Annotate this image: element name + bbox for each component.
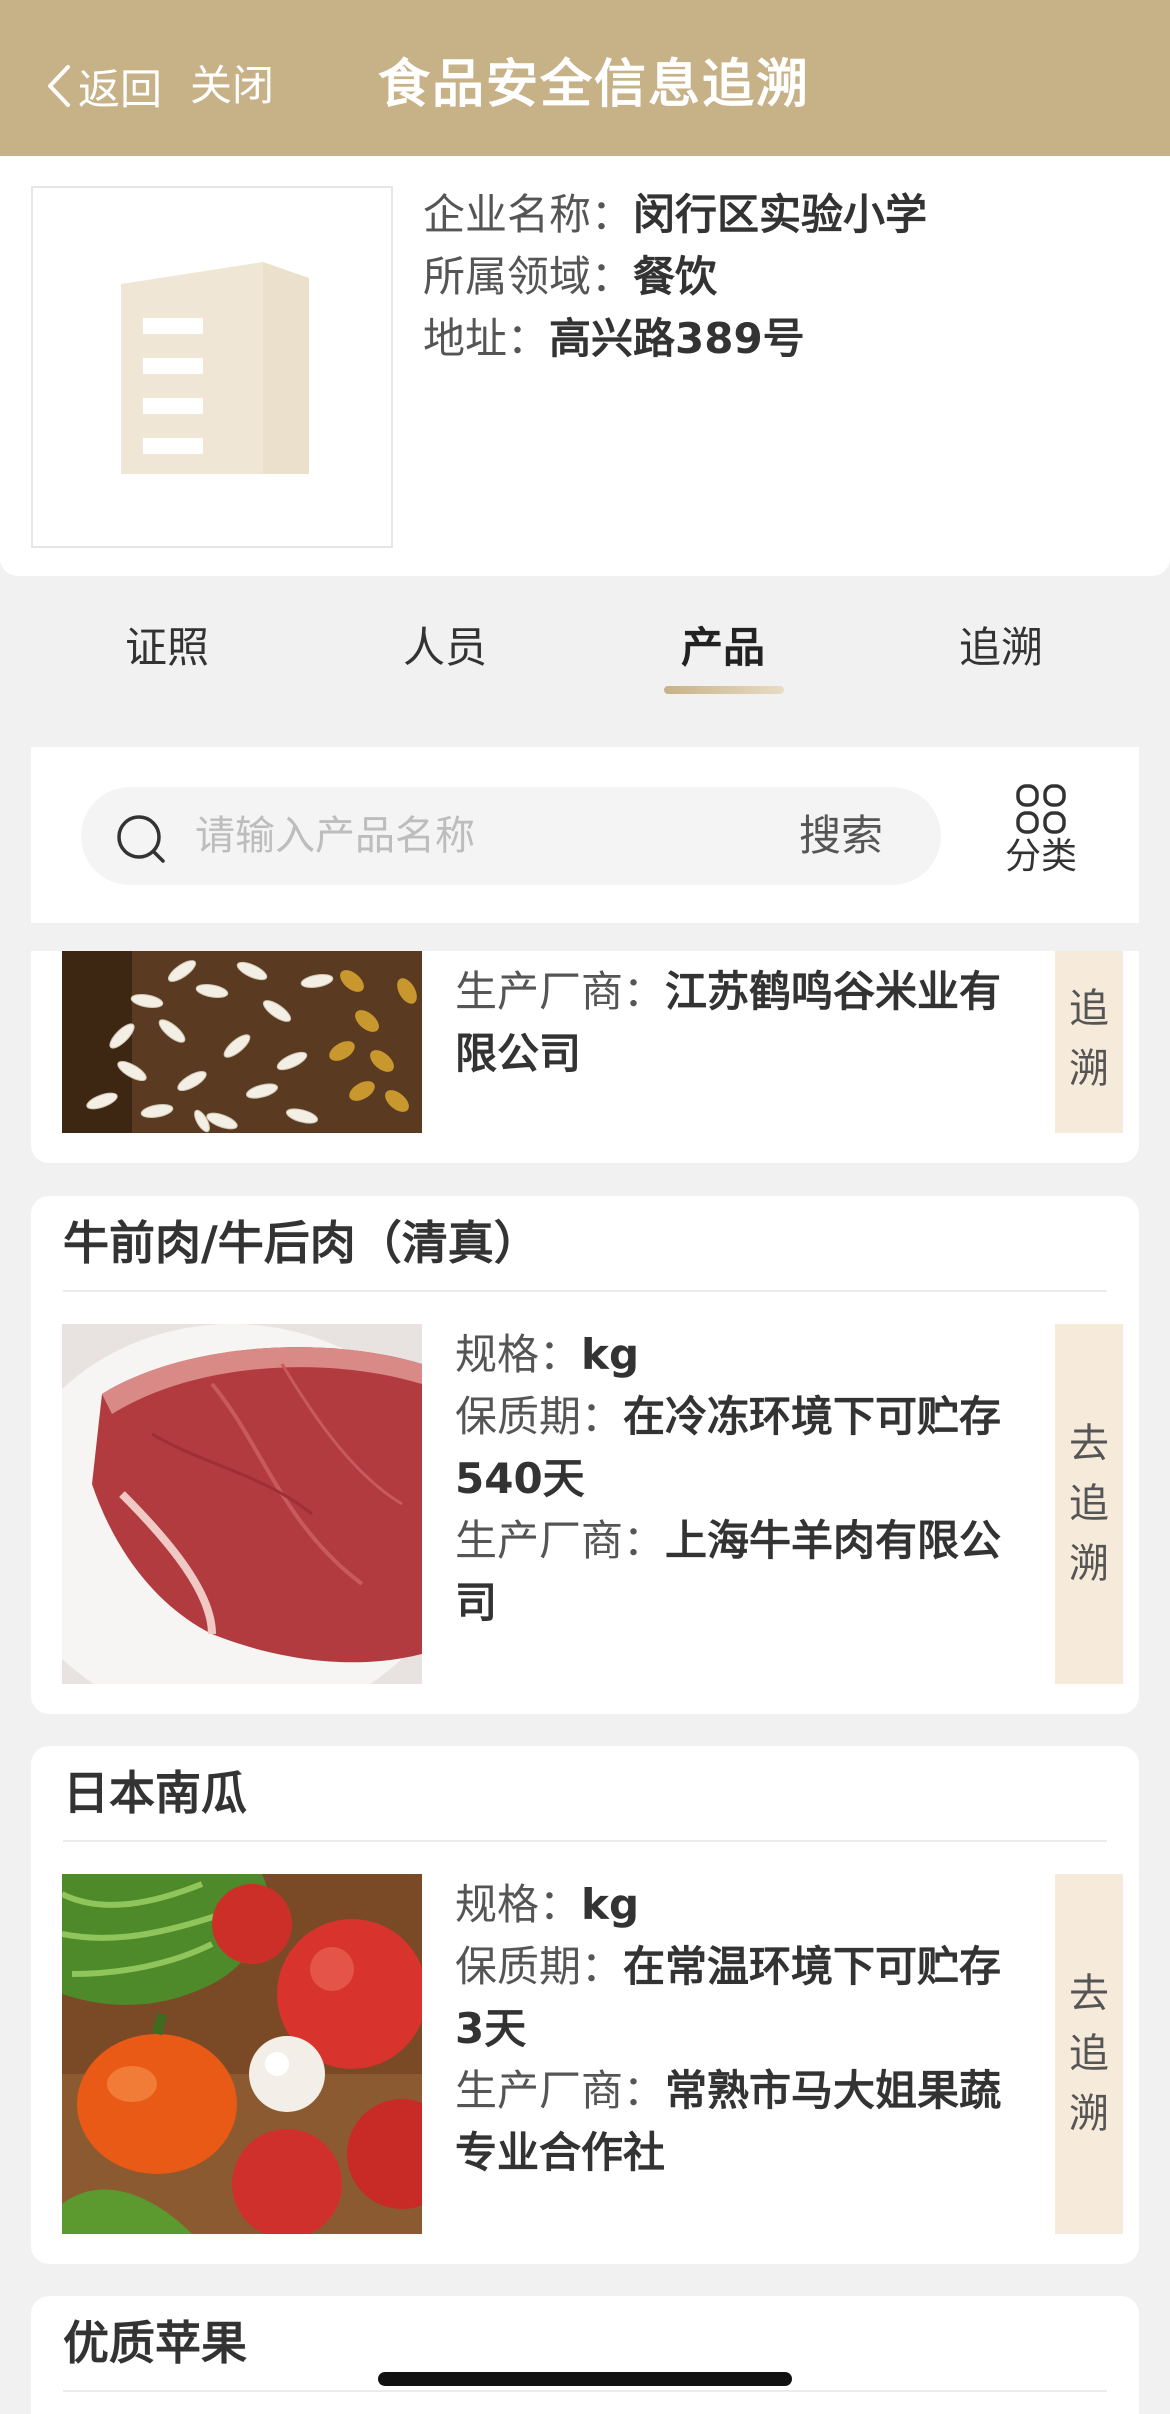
divider [63,2390,1107,2392]
company-domain-label: 所属领域： [423,252,634,301]
category-button[interactable]: 分类 [991,783,1091,879]
tab-staff[interactable]: 人员 [305,620,585,676]
trace-char: 追 [1069,986,1109,1032]
active-tab-indicator [664,686,784,694]
spec-label: 规格： [455,1880,582,1929]
tab-trace[interactable]: 追溯 [861,620,1141,676]
product-name: 牛前肉/牛后肉（清真） [63,1216,540,1270]
shelf-life-value-cont: 3天 [455,2004,527,2053]
shelf-life-value: 在冷冻环境下可贮存 [623,1392,1002,1441]
close-button[interactable]: 关闭 [190,58,274,114]
shelf-life-label: 保质期： [455,1392,624,1441]
back-label: 返回 [78,64,163,114]
company-address-label: 地址： [423,314,550,363]
home-indicator[interactable] [378,2372,792,2386]
company-name-value: 闵行区实验小学 [633,190,928,239]
trace-char: 去 [1069,1421,1109,1467]
product-name: 优质苹果 [63,2316,247,2370]
shelf-life-value: 在常温环境下可贮存 [623,1942,1002,1991]
spec-value: kg [581,1330,640,1379]
product-card: 牛前肉/牛后肉（清真） 规格：kg 保质期：在冷冻环境下可贮存 540天 生产厂… [31,1196,1139,1714]
shelf-life-value-cont: 540天 [455,1454,585,1503]
trace-char: 追 [1069,2031,1109,2077]
product-image-rice [62,951,422,1133]
trace-char: 溯 [1069,1541,1109,1587]
product-card: 日本南瓜 规格：kg 保质期：在常温环境下可贮存 3天 生产厂商：常熟市马大姐果… [31,1746,1139,2264]
maker-value: 江苏鹤鸣谷米业有 [665,967,1002,1016]
chevron-left-icon [48,65,70,107]
company-domain-row: 所属领域：餐饮 [423,248,717,306]
maker-value-cont: 专业合作社 [455,2128,666,2177]
product-details: 规格：kg 保质期：在常温环境下可贮存 3天 生产厂商：常熟市马大姐果蔬 专业合… [455,1874,1075,2184]
shelf-life-label: 保质期： [455,1942,624,1991]
maker-value-cont: 司 [455,1578,498,1627]
search-button[interactable]: 搜索 [799,807,883,865]
product-card: 优质苹果 [31,2296,1139,2414]
product-image-beef [62,1324,422,1684]
grid-icon [1016,784,1066,834]
tab-license[interactable]: 证照 [27,620,307,676]
maker-label: 生产厂商： [455,2066,666,2115]
trace-char: 去 [1069,1971,1109,2017]
product-details: 生产厂商：江苏鹤鸣谷米业有 限公司 [455,961,1075,1085]
company-info-card: 企业名称：闵行区实验小学 所属领域：餐饮 地址：高兴路389号 [0,156,1170,576]
search-bar: 搜索 [81,787,941,885]
company-logo [31,186,393,548]
spec-value: kg [581,1880,640,1929]
trace-button[interactable]: 去 追 溯 [1055,1324,1123,1684]
search-input[interactable] [193,807,753,865]
trace-char: 溯 [1069,1046,1109,1092]
company-name-row: 企业名称：闵行区实验小学 [423,186,927,244]
trace-button[interactable]: 追 溯 [1055,951,1123,1133]
tab-products[interactable]: 产品 [583,620,863,676]
spec-label: 规格： [455,1330,582,1379]
maker-label: 生产厂商： [455,1516,666,1565]
category-label: 分类 [1004,836,1077,877]
trace-char: 溯 [1069,2091,1109,2137]
nav-bar: 返回 关闭 食品安全信息追溯 [0,0,1170,156]
search-icon [117,815,165,863]
company-address-row: 地址：高兴路389号 [423,310,805,368]
tab-bar: 证照 人员 产品 追溯 [0,576,1170,696]
maker-value: 上海牛羊肉有限公 [665,1516,1002,1565]
divider [63,1840,1107,1842]
maker-label: 生产厂商： [455,967,666,1016]
company-address-value: 高兴路389号 [549,314,805,363]
building-icon [121,262,309,474]
maker-value: 常熟市马大姐果蔬 [665,2066,1002,2115]
company-domain-value: 餐饮 [633,252,718,301]
page-title: 食品安全信息追溯 [378,55,811,115]
divider [63,1290,1107,1292]
back-button[interactable]: 返回 [44,58,162,114]
maker-value-cont: 限公司 [455,1029,582,1078]
product-name: 日本南瓜 [63,1766,247,1820]
product-image-vegetables [62,1874,422,2234]
company-name-label: 企业名称： [423,190,634,239]
product-details: 规格：kg 保质期：在冷冻环境下可贮存 540天 生产厂商：上海牛羊肉有限公 司 [455,1324,1075,1634]
search-panel: 搜索 分类 [31,747,1139,923]
trace-char: 追 [1069,1481,1109,1527]
product-card: 生产厂商：江苏鹤鸣谷米业有 限公司 追 溯 [31,951,1139,1163]
trace-button[interactable]: 去 追 溯 [1055,1874,1123,2234]
